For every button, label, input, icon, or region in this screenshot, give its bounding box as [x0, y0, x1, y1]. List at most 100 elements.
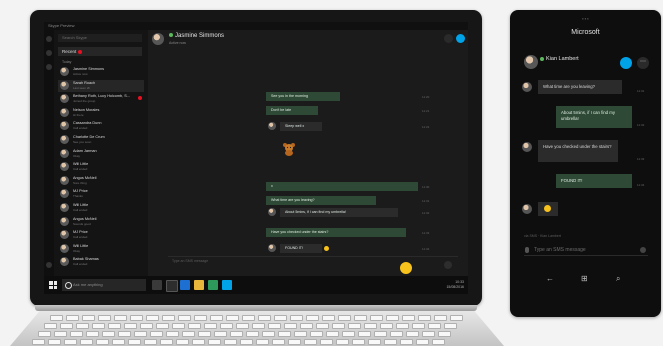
presence-icon	[540, 56, 544, 61]
contact-item[interactable]: Babak Shamas Call ended	[58, 256, 144, 268]
keyboard-key	[70, 331, 83, 337]
avatar	[60, 121, 69, 131]
message-timestamp: 11:34	[422, 247, 430, 251]
recent-filter[interactable]: Recent	[58, 47, 142, 56]
contact-last-message: Call ended	[73, 167, 88, 172]
call-icon[interactable]	[456, 34, 465, 43]
contact-name: Will Little	[73, 203, 89, 207]
taskbar-search-text: Ask me anything	[73, 282, 103, 287]
keyboard-key	[402, 315, 415, 321]
contact-name: Babak Shamas	[73, 257, 99, 262]
system-tray[interactable]: 10:33 15/08/2016	[446, 280, 464, 290]
message-bubble[interactable]: Sleep well x	[280, 122, 322, 131]
keyboard-key	[242, 315, 255, 321]
keyboard-key	[278, 331, 291, 337]
keyboard-key	[338, 315, 351, 321]
contact-last-message: Sure thing	[73, 180, 87, 185]
send-icon[interactable]	[444, 261, 452, 269]
cortana-icon	[65, 282, 72, 289]
contact-last-message: Joined the group	[73, 99, 96, 104]
keyboard-key	[204, 323, 217, 329]
taskbar: Ask me anything 10:33 15/08/2016	[44, 276, 468, 294]
emoticon-bubble[interactable]	[538, 202, 558, 216]
contact-item[interactable]: Bethany Roth, Lucy Holcomb, S... Joined t…	[58, 93, 144, 105]
message-bubble[interactable]: What time are you leaving?	[266, 196, 376, 205]
avatar	[60, 162, 69, 172]
message-bubble[interactable]: x	[266, 182, 418, 191]
contact-item[interactable]: MJ Price Thanks	[58, 188, 144, 200]
contact-item[interactable]: Will Little Okay	[58, 243, 144, 255]
contact-item[interactable]: Adam Jarman Okay	[58, 148, 144, 160]
phone-message-input[interactable]: Type an SMS message	[524, 245, 648, 256]
mic-icon[interactable]	[152, 280, 162, 290]
message-input[interactable]: Type an SMS message	[172, 259, 208, 263]
message-bubble[interactable]: See you in the morning	[266, 92, 340, 101]
keyboard-key	[140, 323, 153, 329]
mic-icon[interactable]	[525, 247, 529, 253]
keyboard-key	[348, 323, 361, 329]
keyboard-key	[364, 323, 377, 329]
contact-item[interactable]: Charlotte De Crum See you soon	[58, 134, 144, 146]
chat-icon[interactable]	[46, 50, 52, 56]
task-view-icon[interactable]	[166, 280, 178, 292]
keyboard-key	[262, 331, 275, 337]
avatar	[60, 175, 69, 185]
menu-icon[interactable]	[46, 36, 52, 42]
message-bubble[interactable]: FOUND IT!	[556, 174, 632, 188]
settings-icon[interactable]	[46, 262, 52, 268]
windows-home-icon[interactable]: ⊞	[581, 274, 588, 283]
store-icon[interactable]	[208, 280, 218, 290]
keyboard-key	[130, 315, 143, 321]
contact-item[interactable]: MJ Price Call ended	[58, 229, 144, 241]
video-call-icon[interactable]	[444, 34, 453, 43]
file-explorer-icon[interactable]	[194, 280, 204, 290]
keyboard-key	[214, 331, 227, 337]
more-icon[interactable]: ⋯	[637, 57, 649, 69]
message-bubble[interactable]: What time are you leaving?	[538, 80, 622, 94]
keyboard-key	[66, 315, 79, 321]
message-bubble[interactable]: Don't be late	[266, 106, 318, 115]
keyboard-key	[198, 331, 211, 337]
keyboard-key	[246, 331, 259, 337]
keyboard-key	[146, 315, 159, 321]
back-icon[interactable]: ←	[546, 274, 554, 283]
message-bubble[interactable]: Have you checked under the stairs?	[266, 228, 406, 237]
search-icon[interactable]: ⌕	[616, 274, 620, 284]
contact-item[interactable]: Will Little Call ended	[58, 161, 144, 173]
message-bubble[interactable]: About 5mins, if I can find my umbrella!	[556, 106, 632, 128]
contact-item[interactable]: Cassandra Dunn Call ended	[58, 120, 144, 132]
message-timestamp: 11:33	[637, 157, 645, 161]
keyboard-key	[82, 315, 95, 321]
keyboard-key	[332, 323, 345, 329]
contact-last-message: Call ended	[73, 126, 88, 131]
avatar[interactable]	[152, 33, 164, 45]
skype-icon[interactable]	[222, 280, 232, 290]
keyboard-key	[412, 323, 425, 329]
edge-icon[interactable]	[180, 280, 190, 290]
contacts-icon[interactable]	[46, 64, 52, 70]
message-bubble[interactable]: About 5mins, if I can find my umbrella!	[280, 208, 398, 217]
message-timestamp: 11:32	[422, 211, 430, 215]
windows-start-icon[interactable]	[49, 281, 57, 289]
keyboard-key	[320, 339, 333, 345]
contact-name: Will Little	[73, 243, 89, 248]
call-icon[interactable]	[620, 57, 632, 69]
contact-item[interactable]: Angus McNeil Sounds good	[58, 216, 144, 228]
keyboard-key	[418, 315, 431, 321]
taskbar-search[interactable]: Ask me anything	[62, 279, 146, 291]
keyboard-key	[220, 323, 233, 329]
keyboard-key	[50, 315, 63, 321]
search-input[interactable]: Search Skype	[58, 34, 142, 42]
message-bubble[interactable]: Have you checked under the stairs?	[538, 140, 618, 162]
keyboard-key	[428, 323, 441, 329]
contact-item[interactable]: Jasmine Simmons Active now	[58, 66, 144, 78]
keyboard-key	[172, 323, 185, 329]
avatar[interactable]	[524, 55, 538, 69]
contact-item[interactable]: Nelson Morales Hi there	[58, 107, 144, 119]
emoji-icon[interactable]	[640, 247, 646, 253]
contact-item[interactable]: Angus McNeil Sure thing	[58, 175, 144, 187]
contact-item[interactable]: Sarah Roach Last seen 2h	[58, 79, 144, 92]
avatar	[60, 257, 69, 267]
message-bubble[interactable]: FOUND IT!	[280, 244, 322, 253]
contact-item[interactable]: Will Little Call ended	[58, 202, 144, 214]
